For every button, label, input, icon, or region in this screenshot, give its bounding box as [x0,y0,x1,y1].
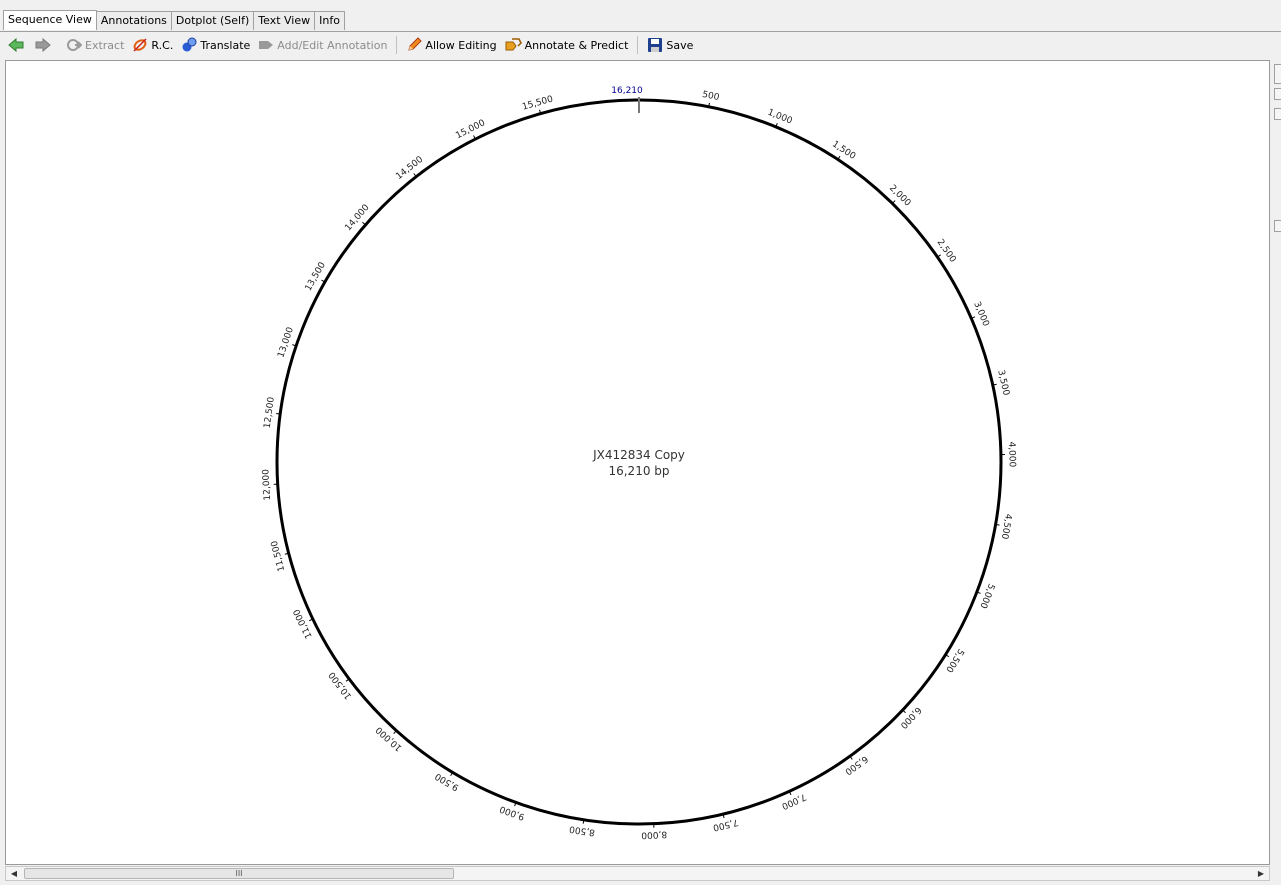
tick-label: 12,500 [263,396,277,429]
scroll-left-icon[interactable]: ◀ [7,867,21,880]
tick-label: 14,000 [343,203,371,234]
tab-dotplot-self[interactable]: Dotplot (Self) [170,11,255,30]
extract-button[interactable]: Extract [62,34,128,56]
annotate-predict-button[interactable]: Annotate & Predict [501,34,633,56]
tick-label: 500 [701,90,720,103]
sequence-map-canvas[interactable]: 16,210 500 1,000 1,500 2,000 2,500 3,000 3,500… [5,60,1270,865]
translate-icon [182,37,197,52]
allow-editing-label: Allow Editing [425,38,497,52]
toolbar-separator [396,36,398,54]
add-edit-annotation-label: Add/Edit Annotation [277,38,388,52]
forward-arrow-icon [35,38,51,52]
side-panel-toggle[interactable] [1274,88,1281,100]
tick-label: 6,500 [842,753,869,776]
scrollbar-thumb[interactable]: III [24,868,454,879]
tick-label: 8,500 [568,823,595,837]
add-edit-annotation-button[interactable]: Add/Edit Annotation [254,34,391,56]
extract-label: Extract [85,38,125,52]
tick-label: 10,500 [327,669,354,700]
toolbar-separator [637,36,639,54]
save-button[interactable]: Save [643,34,697,56]
rc-label: R.C. [151,38,174,52]
tick-label: 4,000 [1006,441,1017,467]
annotate-predict-label: Annotate & Predict [524,38,629,52]
toolbar: Extract R.C. Translate Add/Edit Annotati… [0,32,1281,58]
extract-icon [67,39,82,51]
tick-label: 15,000 [454,118,487,141]
view-tabs: Sequence View Annotations Dotplot (Self)… [3,10,345,31]
translate-button[interactable]: Translate [177,34,254,56]
sequence-length: 16,210 bp [608,464,669,478]
translate-label: Translate [200,38,251,52]
tick-label: 10,000 [374,724,404,753]
scroll-right-icon[interactable]: ▶ [1254,867,1268,880]
tick-label: 6,000 [898,704,923,730]
annotate-predict-icon [505,38,522,51]
tick-label: 13,500 [304,260,328,293]
tick-label: 8,000 [641,829,667,840]
side-panel-toggle[interactable] [1274,64,1281,84]
sequence-circle[interactable] [275,98,1003,826]
tick-label: 11,500 [270,539,288,572]
rc-button[interactable]: R.C. [128,34,177,56]
tick-label: 11,000 [292,607,315,640]
allow-editing-button[interactable]: Allow Editing [402,34,500,56]
tick-label: 14,500 [394,155,425,182]
origin-label: 16,210 [611,86,643,96]
pencil-icon [408,37,423,51]
save-label: Save [666,38,694,52]
reverse-complement-icon [133,38,147,52]
right-side-panel [1272,60,1281,865]
floppy-disk-icon [648,38,663,52]
tick-label: 3,500 [995,369,1010,397]
tab-sequence-view[interactable]: Sequence View [3,10,97,30]
annotation-icon [259,41,274,49]
side-panel-toggle[interactable] [1274,108,1281,120]
back-button[interactable] [0,34,31,56]
horizontal-scrollbar[interactable]: ◀ III ▶ [5,866,1270,881]
circular-map: 16,210 5001,0001,5002,0002,5003,0003,500… [261,86,1017,840]
side-panel-toggle[interactable] [1274,220,1281,232]
window-bottom-strip [0,881,1281,885]
forward-button[interactable] [31,34,58,56]
tab-info[interactable]: Info [314,11,345,30]
tab-text-view[interactable]: Text View [253,11,316,30]
tick-label: 4,500 [999,513,1013,540]
sequence-name: JX412834 Copy [592,448,685,462]
tick-label: 2,000 [887,183,913,208]
tick-label: 12,000 [261,468,273,500]
window-top-strip [0,0,1281,10]
tick-label: 7,500 [712,816,740,832]
tab-annotations[interactable]: Annotations [95,11,172,30]
tick-mark [276,413,282,415]
back-arrow-icon [8,38,24,52]
